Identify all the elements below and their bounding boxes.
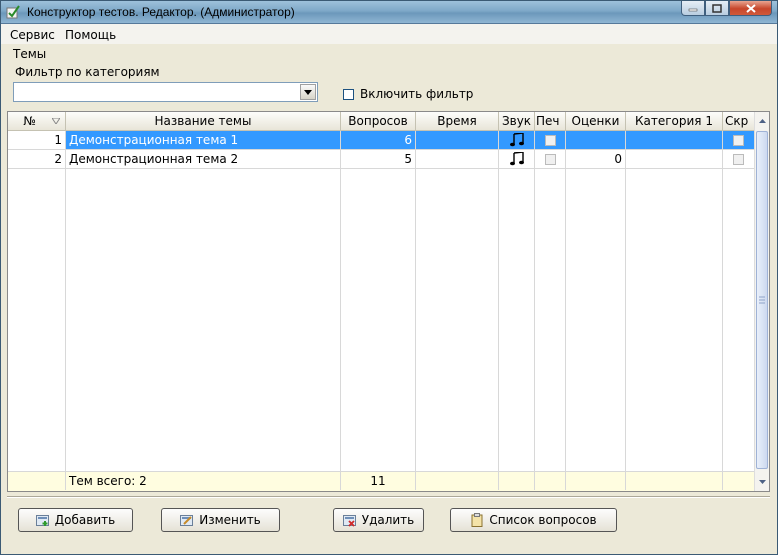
category-cell — [626, 131, 723, 150]
delete-button-label: Удалить — [361, 513, 415, 527]
topics-table: № Название темы Вопросов Время Звук Печ … — [7, 111, 770, 492]
vertical-scrollbar[interactable] — [754, 112, 769, 491]
hidden-checkbox[interactable] — [733, 153, 744, 165]
add-icon — [35, 515, 49, 526]
column-header-name[interactable]: Название темы — [66, 112, 341, 131]
footer-spacer — [723, 472, 755, 490]
grades-cell: 0 — [566, 150, 626, 169]
main-window: Конструктор тестов. Редактор. (Администр… — [0, 0, 778, 555]
close-button[interactable] — [729, 1, 772, 16]
table-footer: Тем всего: 2 11 — [8, 471, 755, 491]
section-title: Темы — [13, 47, 47, 61]
scroll-up-button[interactable] — [755, 114, 769, 128]
menu-help[interactable]: Помощь — [65, 28, 116, 42]
edit-icon — [180, 515, 194, 526]
title-bar[interactable]: Конструктор тестов. Редактор. (Администр… — [1, 1, 777, 24]
close-icon — [745, 3, 756, 13]
print-cell[interactable] — [535, 150, 566, 169]
column-header-hidden[interactable]: Скр — [723, 112, 755, 131]
footer-spacer — [566, 472, 626, 490]
total-questions: 11 — [341, 472, 416, 490]
enable-filter-checkbox[interactable] — [343, 88, 354, 100]
grip-icon — [759, 296, 765, 304]
question-count: 6 — [341, 131, 416, 150]
scroll-down-button[interactable] — [755, 475, 769, 489]
edit-button-label: Изменить — [199, 513, 261, 527]
column-header-category[interactable]: Категория 1 — [626, 112, 723, 131]
minimize-button[interactable] — [681, 1, 705, 16]
column-header-questions[interactable]: Вопросов — [341, 112, 416, 131]
footer-spacer — [8, 472, 66, 490]
grades-cell — [566, 131, 626, 150]
question-list-button-label: Список вопросов — [489, 513, 597, 527]
row-number: 2 — [8, 150, 66, 169]
scrollbar-thumb[interactable] — [756, 131, 768, 469]
footer-spacer — [626, 472, 723, 490]
table-row[interactable]: 1 Демонстрационная тема 1 6 — [8, 131, 755, 150]
footer-spacer — [535, 472, 566, 490]
sort-icon — [52, 118, 60, 124]
print-checkbox[interactable] — [544, 134, 556, 146]
hidden-checkbox[interactable] — [733, 134, 744, 146]
column-header-grades[interactable]: Оценки — [566, 112, 626, 131]
category-cell — [626, 150, 723, 169]
hidden-cell[interactable] — [723, 150, 755, 169]
column-header-sound[interactable]: Звук — [499, 112, 535, 131]
arrow-down-icon — [758, 480, 766, 484]
topic-name: Демонстрационная тема 1 — [66, 131, 341, 150]
music-note-icon — [509, 133, 524, 147]
total-topics: Тем всего: 2 — [66, 472, 341, 490]
enable-filter[interactable]: Включить фильтр — [343, 87, 473, 101]
column-header-print[interactable]: Печ — [535, 112, 566, 131]
window-controls — [681, 1, 772, 17]
question-count: 5 — [341, 150, 416, 169]
add-button[interactable]: Добавить — [18, 508, 133, 532]
footer-spacer — [416, 472, 499, 490]
app-icon — [6, 5, 20, 19]
edit-button[interactable]: Изменить — [161, 508, 280, 532]
delete-button[interactable]: Удалить — [333, 508, 424, 532]
topic-name: Демонстрационная тема 2 — [66, 150, 341, 169]
add-button-label: Добавить — [54, 513, 116, 527]
column-header-time[interactable]: Время — [416, 112, 499, 131]
time-cell — [416, 131, 499, 150]
print-checkbox[interactable] — [544, 153, 556, 165]
window-title: Конструктор тестов. Редактор. (Администр… — [27, 5, 295, 19]
clipboard-icon — [471, 513, 483, 527]
sound-cell[interactable] — [499, 131, 535, 150]
menu-service[interactable]: Сервис — [10, 28, 55, 42]
delete-icon — [342, 515, 356, 527]
maximize-button[interactable] — [705, 1, 729, 16]
hidden-cell[interactable] — [723, 131, 755, 150]
music-note-icon — [509, 152, 524, 166]
question-list-button[interactable]: Список вопросов — [450, 508, 617, 532]
time-cell — [416, 150, 499, 169]
row-number: 1 — [8, 131, 66, 150]
category-filter-select[interactable] — [13, 82, 318, 102]
filter-label: Фильтр по категориям — [15, 65, 160, 79]
sound-cell[interactable] — [499, 150, 535, 169]
footer-spacer — [499, 472, 535, 490]
column-header-label: № — [23, 114, 36, 128]
divider — [7, 496, 770, 498]
maximize-icon — [712, 3, 722, 13]
dropdown-button[interactable] — [300, 84, 316, 100]
arrow-up-icon — [758, 119, 766, 123]
minimize-icon — [688, 8, 698, 12]
enable-filter-label: Включить фильтр — [360, 87, 474, 101]
print-cell[interactable] — [535, 131, 566, 150]
table-row[interactable]: 2 Демонстрационная тема 2 5 0 — [8, 150, 755, 169]
chevron-down-icon — [304, 89, 312, 95]
menu-bar: Сервис Помощь — [1, 24, 777, 44]
column-header-number[interactable]: № — [8, 112, 66, 131]
